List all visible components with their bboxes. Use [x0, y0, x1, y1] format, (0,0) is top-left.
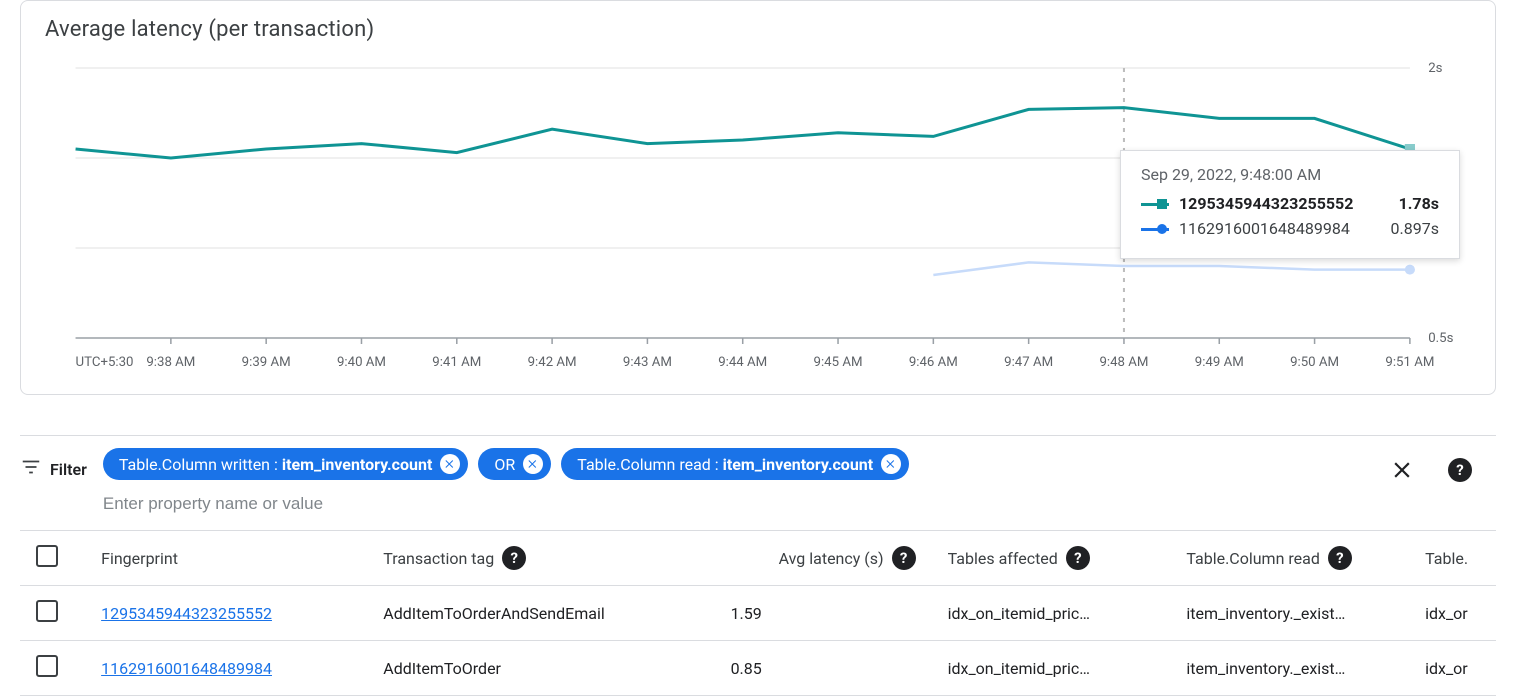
svg-text:2s: 2s	[1428, 61, 1442, 76]
filter-input[interactable]	[103, 488, 503, 520]
tooltip-series-value: 1.78s	[1399, 194, 1439, 213]
row-checkbox[interactable]	[36, 655, 58, 677]
cell-col-read: item_inventory._exist…	[1170, 641, 1409, 696]
table-row: 1162916001648489984AddItemToOrder0.85idx…	[20, 641, 1496, 696]
series-marker-icon	[1141, 198, 1169, 210]
cell-col-read: item_inventory._exist…	[1170, 586, 1409, 641]
table-header-row: Fingerprint Transaction tag ? Avg latenc…	[20, 531, 1496, 586]
svg-text:9:46 AM: 9:46 AM	[909, 355, 958, 370]
filter-chip[interactable]: Table.Column written : item_inventory.co…	[103, 448, 469, 480]
svg-text:UTC+5:30: UTC+5:30	[76, 355, 134, 370]
select-all-checkbox[interactable]	[36, 545, 58, 567]
chart-title: Average latency (per transaction)	[45, 17, 1471, 42]
latency-chart[interactable]: 0.5s1s1.5s2sUTC+5:309:38 AM9:39 AM9:40 A…	[45, 58, 1471, 378]
transactions-section: Filter Table.Column written : item_inven…	[20, 435, 1496, 696]
filter-chip-or[interactable]: OR	[478, 448, 551, 480]
svg-text:9:39 AM: 9:39 AM	[242, 355, 291, 370]
cell-latency: 1.59	[715, 586, 932, 641]
col-header-tables-affected[interactable]: Tables affected ?	[932, 531, 1171, 586]
cell-truncated: idx_or	[1409, 641, 1496, 696]
svg-text:9:49 AM: 9:49 AM	[1195, 355, 1244, 370]
fingerprint-link[interactable]: 1162916001648489984	[101, 659, 272, 678]
help-icon[interactable]: ?	[502, 546, 526, 570]
series-marker-icon	[1141, 223, 1169, 235]
table-row: 1295345944323255552 AddItemToOrderAndSend…	[20, 586, 1496, 641]
transactions-table: Fingerprint Transaction tag ? Avg latenc…	[20, 530, 1496, 696]
cell-latency: 0.85	[715, 641, 932, 696]
svg-text:9:50 AM: 9:50 AM	[1290, 355, 1339, 370]
svg-text:9:42 AM: 9:42 AM	[528, 355, 577, 370]
tooltip-series-name: 1162916001648489984	[1179, 219, 1381, 238]
cell-truncated: idx_or	[1409, 586, 1496, 641]
help-icon[interactable]: ?	[892, 546, 916, 570]
svg-text:9:43 AM: 9:43 AM	[623, 355, 672, 370]
svg-text:9:48 AM: 9:48 AM	[1099, 355, 1148, 370]
filter-bar: Filter Table.Column written : item_inven…	[20, 435, 1496, 530]
help-icon[interactable]: ?	[1328, 546, 1352, 570]
latency-chart-panel: Average latency (per transaction) 0.5s1s…	[20, 0, 1496, 395]
tooltip-timestamp: Sep 29, 2022, 9:48:00 AM	[1141, 165, 1439, 184]
cell-tables-affected: idx_on_itemid_pric…	[932, 641, 1171, 696]
svg-text:9:40 AM: 9:40 AM	[337, 355, 386, 370]
fingerprint-link[interactable]: 1295345944323255552	[101, 604, 272, 623]
svg-text:9:47 AM: 9:47 AM	[1004, 355, 1053, 370]
svg-text:9:45 AM: 9:45 AM	[814, 355, 863, 370]
svg-text:9:51 AM: 9:51 AM	[1385, 355, 1434, 370]
help-icon[interactable]: ?	[1448, 458, 1472, 482]
help-icon[interactable]: ?	[1066, 546, 1090, 570]
filter-chip[interactable]: Table.Column read : item_inventory.count	[561, 448, 909, 480]
clear-filters-button[interactable]	[1388, 456, 1416, 484]
col-header-column-read[interactable]: Table.Column read ?	[1170, 531, 1409, 586]
svg-text:9:41 AM: 9:41 AM	[432, 355, 481, 370]
tooltip-row: 1162916001648489984 0.897s	[1141, 219, 1439, 238]
svg-text:9:44 AM: 9:44 AM	[718, 355, 767, 370]
chip-remove-icon[interactable]	[523, 454, 543, 474]
chart-tooltip: Sep 29, 2022, 9:48:00 AM 129534594432325…	[1120, 150, 1460, 259]
col-header-tag[interactable]: Transaction tag ?	[367, 531, 714, 586]
cell-tag: AddItemToOrder	[367, 641, 714, 696]
filter-chips: Table.Column written : item_inventory.co…	[103, 440, 1372, 520]
tooltip-series-value: 0.897s	[1391, 219, 1439, 238]
filter-icon	[20, 456, 42, 482]
cell-tag: AddItemToOrderAndSendEmail	[367, 586, 714, 641]
cell-tables-affected: idx_on_itemid_pric…	[932, 586, 1171, 641]
tooltip-row: 1295345944323255552 1.78s	[1141, 194, 1439, 213]
col-header-truncated[interactable]: Table.	[1409, 531, 1496, 586]
col-header-latency[interactable]: Avg latency (s) ?	[715, 531, 932, 586]
filter-left: Filter	[20, 440, 87, 482]
row-checkbox[interactable]	[36, 600, 58, 622]
col-header-fingerprint[interactable]: Fingerprint	[85, 531, 367, 586]
chip-remove-icon[interactable]	[440, 454, 460, 474]
tooltip-series-name: 1295345944323255552	[1179, 194, 1389, 213]
svg-text:0.5s: 0.5s	[1428, 331, 1453, 346]
filter-label: Filter	[50, 460, 87, 479]
svg-text:9:38 AM: 9:38 AM	[146, 355, 195, 370]
chip-remove-icon[interactable]	[881, 454, 901, 474]
